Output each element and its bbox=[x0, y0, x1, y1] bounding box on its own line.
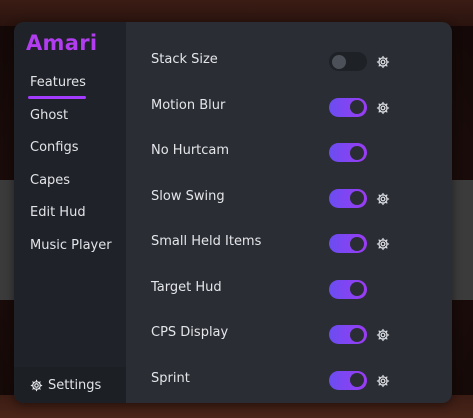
sidebar-item-label: Music Player bbox=[30, 237, 112, 253]
feature-row-no-hurtcam: No Hurtcam bbox=[126, 137, 452, 167]
gear-icon[interactable] bbox=[376, 327, 390, 342]
toggle-motion-blur[interactable] bbox=[329, 97, 367, 117]
feature-row-sprint: Sprint bbox=[126, 365, 452, 395]
brand-logo: Amari bbox=[26, 31, 98, 55]
sidebar-item-label: Configs bbox=[30, 140, 79, 155]
sidebar-item-music-player[interactable]: Music Player bbox=[14, 232, 126, 265]
toggle-no-hurtcam[interactable] bbox=[329, 143, 367, 162]
active-tab-indicator bbox=[28, 96, 86, 99]
feature-label: Small Held Items bbox=[151, 234, 262, 249]
toggle-knob bbox=[350, 236, 364, 251]
toggle-small-held-items[interactable] bbox=[329, 234, 367, 253]
features-list: Stack Size Motion Blur No Hurtcam Slow Swin… bbox=[126, 22, 452, 403]
sidebar-item-features[interactable]: Features bbox=[14, 69, 126, 102]
sidebar-item-ghost[interactable]: Ghost bbox=[14, 102, 126, 135]
toggle-knob bbox=[350, 373, 364, 387]
toggle-slow-swing[interactable] bbox=[329, 188, 367, 208]
gear-icon[interactable] bbox=[376, 54, 390, 69]
toggle-cps-display[interactable] bbox=[329, 325, 367, 344]
toggle-knob bbox=[350, 100, 364, 114]
sidebar-item-label: Capes bbox=[30, 172, 71, 188]
feature-label: Sprint bbox=[151, 370, 190, 386]
toggle-stack-size[interactable] bbox=[329, 52, 367, 71]
sidebar-item-edit-hud[interactable]: Edit Hud bbox=[14, 199, 126, 232]
toggle-target-hud[interactable] bbox=[329, 279, 367, 299]
feature-label: No Hurtcam bbox=[151, 143, 230, 158]
toggle-knob bbox=[350, 327, 364, 342]
feature-label: Motion Blur bbox=[151, 97, 226, 113]
toggle-knob bbox=[350, 145, 364, 160]
gear-icon bbox=[30, 379, 43, 391]
sidebar-item-label: Ghost bbox=[30, 107, 69, 123]
sidebar-nav: Features Ghost Configs Capes Edit Hud Mu… bbox=[14, 69, 126, 264]
toggle-knob bbox=[332, 54, 346, 69]
settings-button[interactable]: Settings bbox=[14, 367, 126, 403]
feature-label: Target Hud bbox=[151, 279, 222, 295]
feature-row-stack-size: Stack Size bbox=[126, 46, 452, 76]
feature-row-target-hud: Target Hud bbox=[126, 274, 452, 304]
feature-row-slow-swing: Slow Swing bbox=[126, 183, 452, 213]
feature-label: Slow Swing bbox=[151, 188, 225, 204]
sidebar-item-capes[interactable]: Capes bbox=[14, 167, 126, 200]
sidebar: Amari Features Ghost Configs Capes Edit … bbox=[14, 22, 126, 403]
settings-label: Settings bbox=[48, 377, 102, 393]
gear-icon[interactable] bbox=[376, 100, 390, 114]
toggle-knob bbox=[350, 191, 364, 205]
feature-label: CPS Display bbox=[151, 325, 229, 340]
toggle-sprint[interactable] bbox=[329, 370, 367, 390]
gear-icon[interactable] bbox=[376, 373, 390, 387]
client-menu-panel: Amari Features Ghost Configs Capes Edit … bbox=[14, 22, 452, 403]
feature-row-motion-blur: Motion Blur bbox=[126, 92, 452, 122]
feature-row-cps-display: CPS Display bbox=[126, 319, 452, 349]
gear-icon[interactable] bbox=[376, 191, 390, 205]
toggle-knob bbox=[350, 282, 364, 296]
sidebar-item-configs[interactable]: Configs bbox=[14, 134, 126, 167]
feature-row-small-held-items: Small Held Items bbox=[126, 228, 452, 258]
sidebar-item-label: Edit Hud bbox=[30, 205, 86, 220]
sidebar-item-label: Features bbox=[30, 75, 86, 90]
gear-icon[interactable] bbox=[376, 236, 390, 251]
feature-label: Stack Size bbox=[151, 52, 218, 67]
